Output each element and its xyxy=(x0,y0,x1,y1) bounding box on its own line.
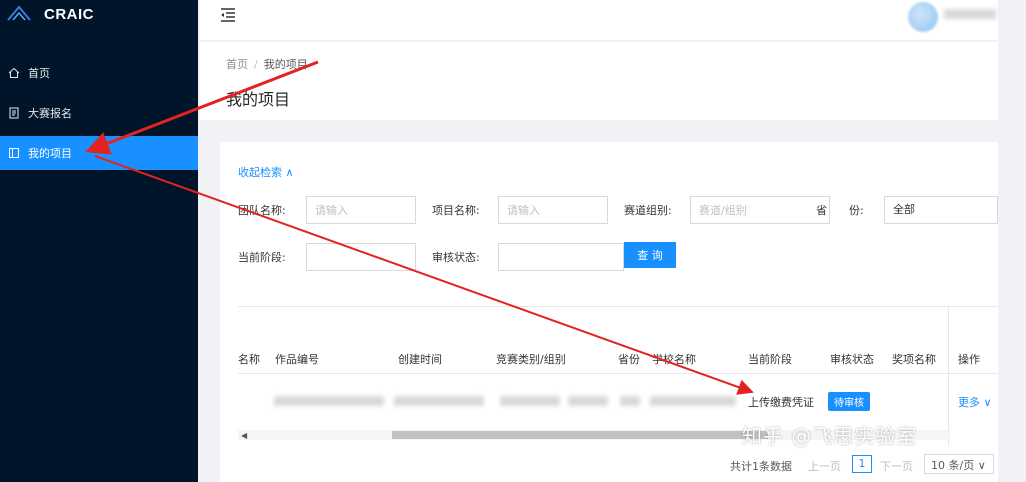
column-header: 创建时间 xyxy=(398,353,442,366)
pagination-next[interactable]: 下一页 xyxy=(880,458,913,474)
sidebar-item-label: 我的项目 xyxy=(28,147,72,160)
redacted-cell xyxy=(650,396,736,406)
breadcrumb: 首页 / 我的项目 xyxy=(226,56,308,72)
breadcrumb-home[interactable]: 首页 xyxy=(226,58,248,71)
project-name-label: 项目名称: xyxy=(432,204,480,217)
scroll-left-icon[interactable]: ◀ xyxy=(241,431,247,440)
scroll-thumb[interactable] xyxy=(392,431,768,439)
redacted-cell xyxy=(568,396,608,406)
divider xyxy=(238,306,998,307)
sidebar-item-my-projects[interactable]: 我的项目 xyxy=(0,136,198,170)
current-stage-value: 上传缴费凭证 xyxy=(748,396,814,409)
craic-logo-icon xyxy=(7,5,31,21)
page-header: 首页 / 我的项目 我的项目 xyxy=(200,42,998,120)
track-group-select[interactable] xyxy=(690,196,830,224)
column-header: 省份 xyxy=(618,353,640,366)
review-status-select[interactable] xyxy=(498,243,624,271)
app-name: CRAIC xyxy=(44,6,94,23)
province-label: 省 份: xyxy=(816,204,864,217)
column-header: 竞赛类别/组别 xyxy=(496,353,566,366)
sidebar-item-home[interactable]: 首页 xyxy=(0,56,198,90)
home-icon xyxy=(8,67,20,78)
pagination-page[interactable]: 1 xyxy=(852,455,872,473)
sidebar-item-registration[interactable]: 大赛报名 xyxy=(0,96,198,130)
form-icon xyxy=(9,107,19,119)
current-stage-select[interactable] xyxy=(306,243,416,271)
logo[interactable]: CRAIC xyxy=(0,0,198,34)
review-status-label: 审核状态: xyxy=(432,251,480,264)
collapse-search-link[interactable]: 收起检索 ∧ xyxy=(238,164,294,180)
sidebar-item-label: 大赛报名 xyxy=(28,107,72,120)
avatar[interactable] xyxy=(908,2,938,32)
watermark: 知乎 @飞思实验室 xyxy=(742,424,918,448)
page-title: 我的项目 xyxy=(226,90,291,109)
sidebar: CRAIC 首页 大赛报名 我的项目 xyxy=(0,0,198,482)
table-row: 上传缴费凭证 待审核 更多 ∨ xyxy=(238,384,998,418)
breadcrumb-current: 我的项目 xyxy=(263,58,308,71)
current-stage-label: 当前阶段: xyxy=(238,251,286,264)
column-header: 操作 xyxy=(958,353,980,366)
fixed-column-divider xyxy=(948,306,949,446)
column-header: 作品编号 xyxy=(275,353,319,366)
project-icon xyxy=(9,148,19,158)
redacted-cell xyxy=(394,396,484,406)
more-actions-link[interactable]: 更多 ∨ xyxy=(958,394,992,410)
team-name-label: 团队名称: xyxy=(238,204,286,217)
column-header: 名称 xyxy=(238,353,260,366)
track-group-label: 赛道组别: xyxy=(624,204,672,217)
sidebar-item-label: 首页 xyxy=(28,67,50,80)
page-size-select[interactable]: 10 条/页 ∨ xyxy=(924,454,994,474)
pagination-prev[interactable]: 上一页 xyxy=(808,458,841,474)
redacted-cell xyxy=(274,396,384,406)
column-header: 审核状态 xyxy=(830,353,874,366)
province-select[interactable]: 全部 xyxy=(884,196,998,224)
redacted-cell xyxy=(620,396,640,406)
breadcrumb-separator: / xyxy=(254,58,258,71)
query-button[interactable]: 查 询 xyxy=(624,242,676,268)
redacted-cell xyxy=(500,396,560,406)
column-header: 奖项名称 xyxy=(892,353,936,366)
column-header: 学校名称 xyxy=(652,353,696,366)
pagination-total: 共计1条数据 xyxy=(730,460,792,473)
column-header: 当前阶段 xyxy=(748,353,792,366)
top-header xyxy=(200,0,998,40)
user-name-redacted xyxy=(944,9,996,19)
menu-fold-icon[interactable] xyxy=(220,8,236,22)
table-header: 名称 作品编号 创建时间 竞赛类别/组别 省份 学校名称 当前阶段 审核状态 奖… xyxy=(238,342,998,374)
team-name-input[interactable] xyxy=(306,196,416,224)
status-badge: 待审核 xyxy=(828,392,870,411)
project-name-input[interactable] xyxy=(498,196,608,224)
